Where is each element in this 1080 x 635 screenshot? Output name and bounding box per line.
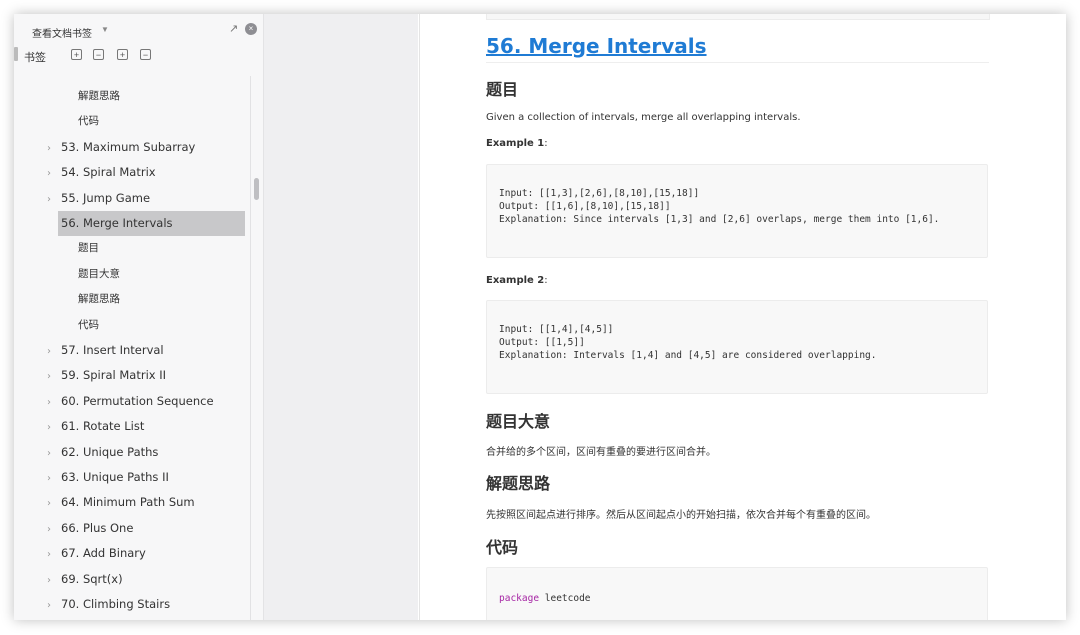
bookmark-item[interactable]: › 62. Unique Paths <box>47 440 158 465</box>
document-content: 56. Merge Intervals 题目 Given a collectio… <box>419 14 1066 620</box>
bookmark-item[interactable]: › 59. Spiral Matrix II <box>47 363 166 388</box>
bookmark-label: 63. Unique Paths II <box>61 470 169 484</box>
approach-text: 先按照区间起点进行排序。然后从区间起点小的开始扫描，依次合并每个有重叠的区间。 <box>486 510 876 521</box>
bookmark-label: 64. Minimum Path Sum <box>61 495 195 510</box>
code-line: Explanation: Since intervals [1,3] and [… <box>499 214 940 225</box>
chevron-right-icon[interactable]: › <box>47 339 61 364</box>
example1-label: Example 1: <box>486 138 548 149</box>
bookmark-item[interactable]: 56. Merge Intervals <box>47 211 173 236</box>
heading-code: 代码 <box>486 538 519 557</box>
heading-approach: 解题思路 <box>486 474 551 493</box>
sidebar-title[interactable]: 查看文档书签 <box>32 25 92 40</box>
bookmark-label: 55. Jump Game <box>61 190 151 205</box>
code-keyword: package <box>499 593 540 604</box>
heading-problem: 题目 <box>486 80 519 99</box>
tab-indicator <box>14 47 18 61</box>
chevron-right-icon[interactable]: › <box>47 161 61 186</box>
expand-all-icon[interactable]: + <box>71 49 82 60</box>
bookmark-item[interactable]: › 54. Spiral Matrix <box>47 160 156 185</box>
app-window: 查看文档书签 ▼ ↗ × 书签 + − + − 解题思路 代码 › 53. Maxim… <box>14 14 1066 620</box>
chevron-right-icon[interactable]: › <box>47 542 61 567</box>
chevron-right-icon[interactable]: › <box>47 136 61 161</box>
collapse-all-icon[interactable]: − <box>93 49 104 60</box>
bookmark-label: 代码 <box>78 115 99 128</box>
heading-summary: 题目大意 <box>486 412 551 431</box>
bookmark-item[interactable]: › 55. Jump Game <box>47 186 150 211</box>
bookmark-item[interactable]: › 60. Permutation Sequence <box>47 389 214 414</box>
bookmark-label: 54. Spiral Matrix <box>61 165 156 180</box>
example1-code-block: Input: [[1,3],[2,6],[8,10],[15,18]] Outpu… <box>486 164 988 258</box>
code-line: Output: [[1,5]] <box>499 337 585 348</box>
bookmark-label: 59. Spiral Matrix II <box>61 368 167 383</box>
chevron-right-icon[interactable]: › <box>47 593 61 618</box>
bookmark-item[interactable]: › 69. Sqrt(x) <box>47 567 123 592</box>
bookmark-item[interactable]: › 70. Climbing Stairs <box>47 592 170 617</box>
chevron-down-icon[interactable]: ▼ <box>101 25 109 34</box>
bookmark-item[interactable]: › 66. Plus One <box>47 516 133 541</box>
bookmark-item[interactable]: › 53. Maximum Subarray <box>47 135 195 160</box>
bookmark-label: 69. Sqrt(x) <box>61 571 123 586</box>
solution-code-block: package leetcode <box>486 567 988 620</box>
chevron-right-icon[interactable]: › <box>47 491 61 516</box>
bookmark-sidebar: 查看文档书签 ▼ ↗ × 书签 + − + − 解题思路 代码 › 53. Maxim… <box>14 14 264 620</box>
code-package-name: leetcode <box>539 593 591 604</box>
bookmark-label: 题目 <box>78 242 99 255</box>
page-title: 56. Merge Intervals <box>486 34 989 63</box>
code-line: Explanation: Intervals [1,4] and [4,5] a… <box>499 350 877 361</box>
previous-code-block <box>486 14 990 20</box>
bookmark-item[interactable]: 题目大意 <box>78 262 120 287</box>
bookmark-item[interactable]: › 63. Unique Paths II <box>47 465 169 490</box>
bookmark-item[interactable]: › 57. Insert Interval <box>47 338 164 363</box>
bookmark-item[interactable]: 解题思路 <box>78 287 120 312</box>
bookmark-label: 题目大意 <box>78 267 120 280</box>
chevron-right-icon[interactable]: › <box>47 415 61 440</box>
example2-code-block: Input: [[1,4],[4,5]] Output: [[1,5]] Expla… <box>486 300 988 394</box>
scrollbar-thumb[interactable] <box>254 178 259 200</box>
chevron-right-icon[interactable]: › <box>47 568 61 593</box>
tab-bookmarks[interactable]: 书签 <box>24 49 46 65</box>
bookmark-label: 代码 <box>78 318 99 331</box>
chevron-right-icon[interactable]: › <box>47 364 61 389</box>
bookmark-item[interactable]: 解题思路 <box>78 84 120 109</box>
title-link[interactable]: 56. Merge Intervals <box>486 34 707 58</box>
bookmark-label: 53. Maximum Subarray <box>61 139 196 154</box>
pop-out-icon[interactable]: ↗ <box>229 22 238 35</box>
background-gap <box>264 14 418 620</box>
bookmark-label: 67. Add Binary <box>61 546 146 561</box>
summary-text: 合并给的多个区间，区间有重叠的要进行区间合并。 <box>486 447 716 458</box>
chevron-right-icon[interactable]: › <box>47 187 61 212</box>
example2-label: Example 2: <box>486 275 548 286</box>
chevron-right-icon[interactable]: › <box>47 390 61 415</box>
bookmark-label: 解题思路 <box>78 90 120 102</box>
bookmark-item[interactable]: 代码 <box>78 109 99 134</box>
bookmark-item[interactable]: › 61. Rotate List <box>47 414 144 439</box>
bookmark-label: 62. Unique Paths <box>61 444 159 459</box>
code-line: Output: [[1,6],[8,10],[15,18]] <box>499 201 671 212</box>
bookmark-item[interactable]: 题目 <box>78 236 99 261</box>
sidebar-header: 查看文档书签 ▼ ↗ × 书签 + − + − <box>14 14 263 74</box>
bookmark-item[interactable]: › 67. Add Binary <box>47 541 146 566</box>
close-icon[interactable]: × <box>245 23 257 35</box>
bookmark-label: 解题思路 <box>78 293 120 306</box>
bookmark-label: 66. Plus One <box>61 520 134 535</box>
add-bookmark-icon[interactable]: + <box>117 49 128 60</box>
bookmark-label: 70. Climbing Stairs <box>61 597 171 611</box>
code-line: Input: [[1,4],[4,5]] <box>499 324 614 335</box>
chevron-right-icon[interactable]: › <box>47 441 61 466</box>
bookmark-label: 57. Insert Interval <box>61 343 164 357</box>
bookmark-label: 61. Rotate List <box>61 419 145 434</box>
bookmark-item[interactable]: › 64. Minimum Path Sum <box>47 490 195 515</box>
scrollbar-track[interactable] <box>250 76 263 620</box>
chevron-right-icon[interactable]: › <box>47 466 61 491</box>
bookmark-label: 60. Permutation Sequence <box>61 393 214 408</box>
code-line: Input: [[1,3],[2,6],[8,10],[15,18]] <box>499 188 700 199</box>
chevron-right-icon[interactable]: › <box>47 517 61 542</box>
bookmark-item[interactable]: 代码 <box>78 313 99 338</box>
remove-bookmark-icon[interactable]: − <box>140 49 151 60</box>
problem-text: Given a collection of intervals, merge a… <box>486 112 801 123</box>
bookmark-label: 56. Merge Intervals <box>61 216 173 230</box>
